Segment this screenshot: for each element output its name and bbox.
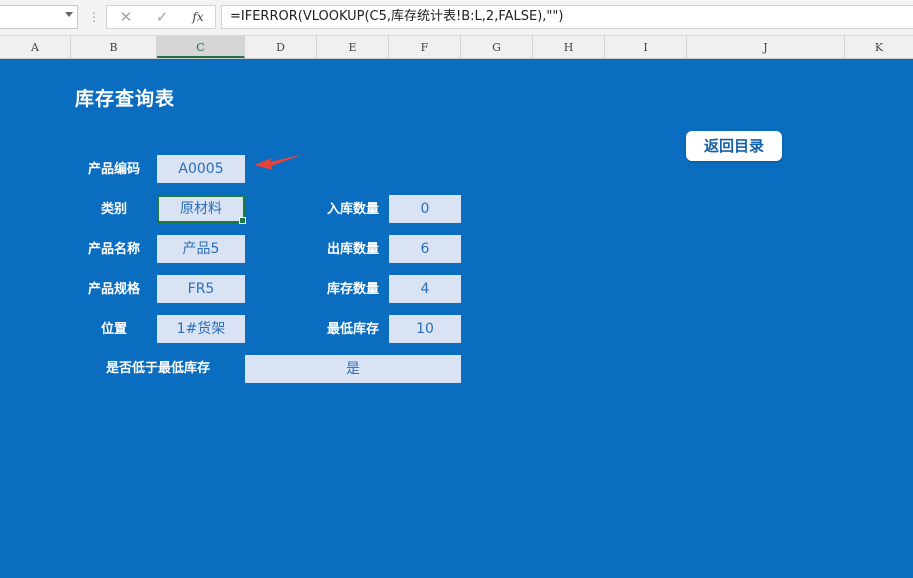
spec-label: 产品规格 xyxy=(87,282,140,297)
location-cell[interactable]: 1#货架 xyxy=(157,315,245,343)
product-code-cell[interactable]: A0005 xyxy=(157,155,245,183)
column-header-k[interactable]: K xyxy=(845,36,913,58)
out-qty-label: 出库数量 xyxy=(326,242,379,257)
column-header-g[interactable]: G xyxy=(461,36,533,58)
in-qty-cell[interactable]: 0 xyxy=(389,195,461,223)
formula-buttons: ✕ ✓ fx xyxy=(106,5,216,29)
column-header-d[interactable]: D xyxy=(245,36,317,58)
column-header-b[interactable]: B xyxy=(71,36,157,58)
back-to-index-button[interactable]: 返回目录 xyxy=(686,131,782,161)
category-label: 类别 xyxy=(100,202,127,217)
category-cell[interactable]: 原材料 xyxy=(157,195,246,224)
more-vertical-icon: ⋮ xyxy=(88,10,100,24)
stock-qty-label: 库存数量 xyxy=(326,282,379,297)
min-stock-label: 最低库存 xyxy=(326,322,379,337)
location-label: 位置 xyxy=(100,322,127,337)
stock-qty-cell[interactable]: 4 xyxy=(389,275,461,303)
cancel-icon[interactable]: ✕ xyxy=(111,6,141,28)
min-stock-cell[interactable]: 10 xyxy=(389,315,461,343)
product-code-label: 产品编码 xyxy=(87,162,140,177)
product-name-cell[interactable]: 产品5 xyxy=(157,235,245,263)
enter-icon[interactable]: ✓ xyxy=(147,6,177,28)
column-header-f[interactable]: F xyxy=(389,36,461,58)
below-min-label: 是否低于最低库存 xyxy=(105,361,210,376)
column-header-j[interactable]: J xyxy=(687,36,845,58)
column-header-i[interactable]: I xyxy=(605,36,687,58)
sheet-area: 库存查询表 返回目录 产品编码 A0005 类别 原材料 产品名称 产品5 产品… xyxy=(0,59,913,578)
product-name-label: 产品名称 xyxy=(87,242,140,257)
page-title: 库存查询表 xyxy=(75,88,176,110)
column-header-c[interactable]: C xyxy=(157,36,245,58)
formula-bar: ⋮ ✕ ✓ fx =IFERROR(VLOOKUP(C5,库存统计表!B:L,2… xyxy=(0,0,913,36)
spec-cell[interactable]: FR5 xyxy=(157,275,245,303)
chevron-down-icon[interactable] xyxy=(65,12,73,17)
name-box[interactable] xyxy=(0,5,78,29)
formula-input[interactable]: =IFERROR(VLOOKUP(C5,库存统计表!B:L,2,FALSE),"… xyxy=(221,5,913,29)
below-min-cell[interactable]: 是 xyxy=(245,355,461,383)
column-headers: A B C D E F G H I J K xyxy=(0,36,913,59)
column-header-h[interactable]: H xyxy=(533,36,605,58)
out-qty-cell[interactable]: 6 xyxy=(389,235,461,263)
column-header-e[interactable]: E xyxy=(317,36,389,58)
pointer-arrow-icon xyxy=(254,154,304,170)
in-qty-label: 入库数量 xyxy=(326,202,379,217)
insert-function-icon[interactable]: fx xyxy=(183,6,213,28)
column-header-a[interactable]: A xyxy=(0,36,71,58)
